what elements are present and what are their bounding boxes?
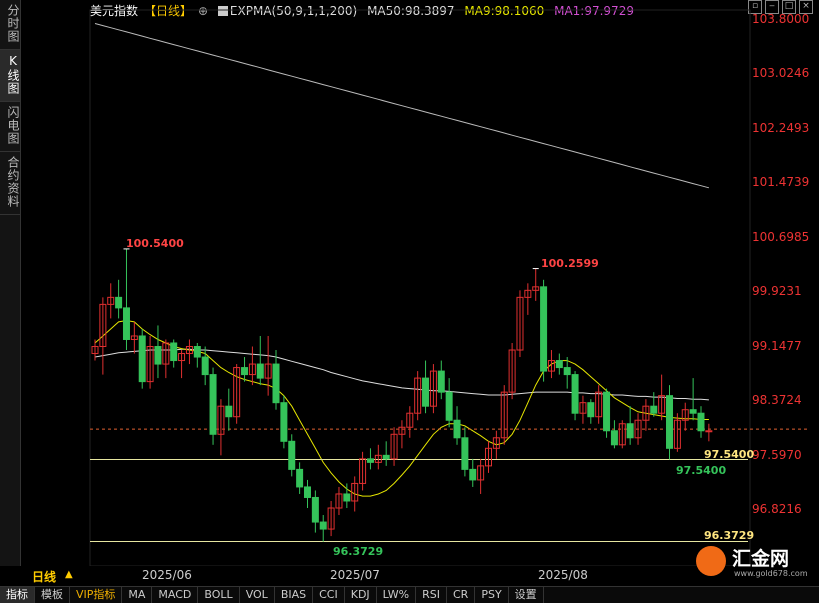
x-tick-label: 2025/06 — [142, 568, 192, 582]
candle-body — [382, 454, 390, 460]
candle-body — [445, 391, 453, 421]
period-selector[interactable]: 日线 — [32, 568, 56, 585]
tab-lw[interactable]: LW% — [377, 587, 417, 603]
recent-low-annotation: 97.5400 — [676, 464, 727, 477]
tab-template[interactable]: 模板 — [35, 587, 70, 603]
candle-body — [343, 493, 351, 502]
candle-body — [138, 335, 146, 383]
candle-body — [225, 405, 233, 418]
tab-vol[interactable]: VOL — [240, 587, 275, 603]
logo: 汇金网 www.gold678.com — [696, 544, 814, 582]
candle-body — [571, 374, 579, 414]
candle-body — [555, 360, 563, 369]
candle-body — [122, 307, 130, 340]
tab-macd[interactable]: MACD — [152, 587, 199, 603]
logo-icon — [696, 546, 726, 576]
y-tick-label: 102.2493 — [752, 120, 810, 135]
tab-indicators[interactable]: 指标 — [0, 587, 35, 603]
candle-body — [209, 374, 217, 435]
ma50-line — [94, 348, 709, 401]
candle-body — [650, 405, 658, 414]
candle-body — [311, 496, 319, 523]
tab-psy[interactable]: PSY — [475, 587, 509, 603]
period-dropdown-icon[interactable]: ▲ — [65, 569, 73, 580]
candle-body — [241, 367, 249, 376]
candle-body — [689, 409, 697, 414]
candle-body — [272, 363, 280, 404]
candlestick-chart[interactable] — [0, 0, 819, 566]
candle-body — [319, 521, 327, 530]
candle-body — [610, 430, 618, 446]
candle-body — [453, 419, 461, 439]
indicator-tab-bar: 指标 模板 VIP指标 MA MACD BOLL VOL BIAS CCI KD… — [0, 586, 819, 603]
plot-frame — [89, 9, 751, 566]
recent-low-annotation-right: 97.5400 — [704, 448, 755, 461]
x-tick-label: 2025/07 — [330, 568, 380, 582]
candle-body — [280, 402, 288, 442]
ma200-line — [94, 23, 710, 189]
tab-cci[interactable]: CCI — [313, 587, 345, 603]
tab-ma[interactable]: MA — [122, 587, 153, 603]
candle-body — [705, 430, 713, 433]
low-annotation: 96.3729 — [333, 545, 384, 558]
candle-body — [697, 412, 705, 432]
tab-settings[interactable]: 设置 — [509, 587, 544, 603]
candle-body — [303, 486, 311, 498]
candle-body — [296, 468, 304, 488]
tab-rsi[interactable]: RSI — [416, 587, 447, 603]
tab-bias[interactable]: BIAS — [275, 587, 314, 603]
y-tick-label: 98.3724 — [752, 393, 802, 408]
candle-body — [366, 458, 374, 463]
tab-boll[interactable]: BOLL — [198, 587, 240, 603]
logo-url: www.gold678.com — [734, 569, 808, 578]
candle-body — [626, 423, 634, 439]
candle-body — [288, 440, 296, 470]
candle-body — [540, 286, 548, 372]
high-annotation-2: 100.2599 — [541, 257, 599, 270]
candle-body — [154, 346, 162, 365]
candle-body — [193, 346, 201, 358]
y-tick-label: 99.9231 — [752, 284, 802, 299]
y-tick-label: 103.0246 — [752, 66, 810, 81]
candle-body — [115, 296, 123, 309]
logo-text: 汇金网 — [732, 548, 790, 570]
candle-body — [563, 367, 571, 376]
low-annotation-right: 96.3729 — [704, 529, 755, 542]
candle-body — [587, 402, 595, 418]
high-annotation-1: 100.5400 — [126, 237, 184, 250]
y-tick-label: 96.8216 — [752, 502, 802, 516]
tab-kdj[interactable]: KDJ — [345, 587, 377, 603]
candle-body — [461, 437, 469, 470]
tab-vip-indicators[interactable]: VIP指标 — [70, 587, 123, 603]
candle-body — [603, 391, 611, 432]
candle-body — [256, 363, 264, 379]
y-tick-label: 100.6985 — [752, 229, 810, 244]
y-tick-label: 101.4739 — [752, 175, 810, 190]
candle-body — [469, 468, 477, 481]
x-axis-row: 日线 ▲ 2025/06 2025/07 2025/08 — [20, 568, 750, 584]
y-tick-label: 99.1477 — [752, 338, 802, 353]
candle-body — [666, 395, 674, 449]
candle-body — [201, 356, 209, 376]
candle-body — [170, 342, 178, 362]
candle-body — [422, 377, 430, 407]
tab-cr[interactable]: CR — [447, 587, 476, 603]
x-tick-label: 2025/08 — [538, 568, 588, 582]
y-tick-label: 103.8000 — [752, 12, 810, 26]
y-tick-label: 97.5970 — [752, 447, 802, 462]
candle-body — [437, 370, 445, 393]
